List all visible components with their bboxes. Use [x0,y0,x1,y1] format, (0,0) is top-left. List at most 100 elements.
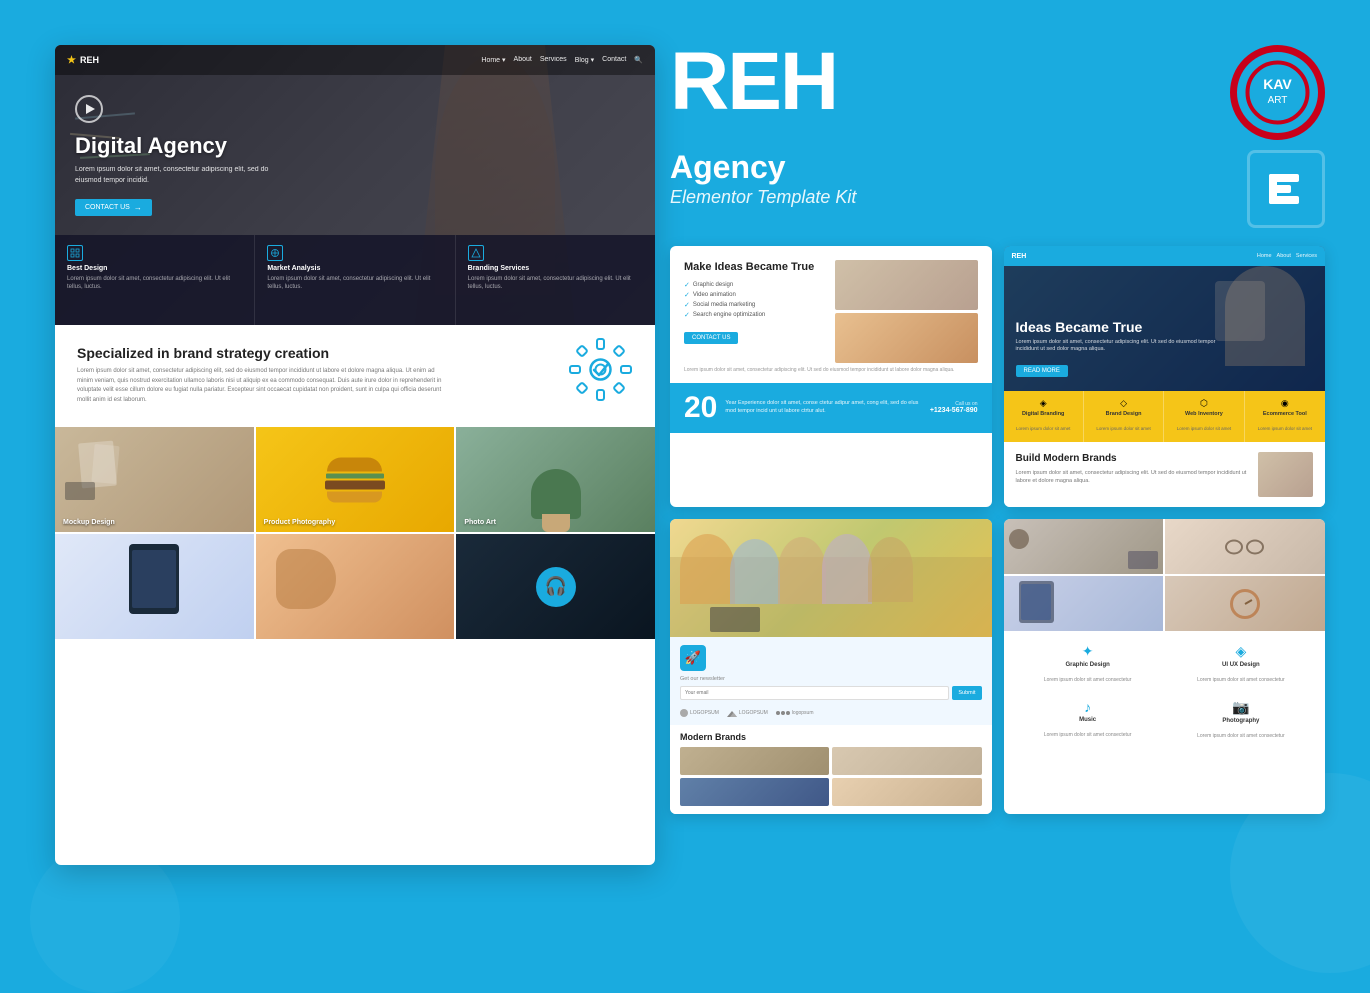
service-name-2: Web Inventory [1169,411,1238,417]
burger-bun-bottom [327,491,382,502]
modern-brand-3 [680,778,829,806]
nav-link-contact: Contact [602,56,626,64]
card1-lorem-text: Lorem ipsum dolor sit amet, consectetur … [684,367,978,375]
features-row: Best Design Lorem ipsum dolor sit amet, … [55,235,655,325]
tablet-in-card4 [1019,581,1054,623]
card2-nav-links: Home About Services [1257,253,1317,259]
hero-contact-button[interactable]: CONTACT US [75,199,152,216]
feature-1-desc: Lorem ipsum dolor sit amet, consectetur … [267,275,442,292]
nav-logo-text: REH [80,55,99,65]
card2-service-3: ◉ Ecommerce Tool Lorem ipsum dolor sit a… [1245,391,1325,442]
product-label: Product Photography [264,519,336,526]
card4-service-desc-3: Lorem ipsum dolor sit amet consectetur [1197,733,1285,739]
brand-logo-1: LOGOPSUM [727,709,768,717]
newsletter-input-row: Submit [680,686,982,700]
brand-logo-text-0: LOGOPSUM [690,710,719,716]
clock-illustration [1230,589,1260,619]
arm-illustration [276,549,336,609]
modern-brand-1 [680,747,829,775]
card2-nav-link-1: Home [1257,253,1272,259]
person-1 [680,534,735,604]
card1-title: Make Ideas Became True [684,260,827,274]
card2-nav-link-3: Services [1296,253,1317,259]
service-desc-3: Lorem ipsum dolor sit amet [1258,426,1312,431]
mug-icon [1009,529,1029,549]
card2-service-1: ◇ Brand Design Lorem ipsum dolor sit ame… [1084,391,1164,442]
service-name-0: Digital Branding [1009,411,1078,417]
newsletter-email-input[interactable] [680,686,949,700]
service-name-1: Brand Design [1089,411,1158,417]
modern-brands-grid [680,747,982,806]
kavart-logo-container: KAV ART [1230,45,1325,140]
clock-hand [1245,599,1253,605]
person-5 [868,537,913,602]
feature-item-market: Market Analysis Lorem ipsum dolor sit am… [255,235,455,325]
service-item-1: ✓Video animation [684,290,827,300]
nav-logo-star: ★ [67,55,76,66]
portfolio-grid: Mockup Design Product Photography Photo … [55,427,655,641]
card-ideas-true: REH Home About Services Ideas Became Tru… [1004,246,1326,507]
elementor-badge [1247,150,1325,228]
burger-lettuce [326,473,384,478]
card4-service-0: ✦ Graphic Design Lorem ipsum dolor sit a… [1014,639,1162,690]
stat-text: Year Experience dolor sit amet, conse ct… [725,400,921,415]
tablet-screen [132,550,176,608]
modern-brand-2 [832,747,981,775]
card3-logo-row: 🚀 [680,645,982,671]
newsletter-label: Get our newsletter [680,676,982,682]
burger-bun-top [327,457,382,471]
nav-link-services: Services [540,56,567,64]
card2-bottom-desc: Lorem ipsum dolor sit amet, consectetur … [1016,469,1251,486]
brand-logo-2: logopsum [776,710,814,716]
service-desc-1: Lorem ipsum dolor sit amet [1096,426,1150,431]
glass-right [1246,539,1264,554]
card4-service-icon-3: 📷 [1171,699,1311,716]
brand-logos-row: LOGOPSUM LOGOPSUM [680,706,982,717]
svg-text:ART: ART [1268,95,1288,106]
card2-read-more-button[interactable]: READ MORE [1016,365,1068,377]
modern-brands-section: Modern Brands [670,725,992,814]
rocket-icon: 🚀 [685,650,701,666]
service-icon-0: ◈ [1009,398,1078,409]
brand-strategy-title: Specialized in brand strategy creation [77,345,447,361]
card2-hero-title: Ideas Became True [1016,319,1236,336]
nav-link-blog: Blog ▾ [575,56,594,64]
card4-services-grid: ✦ Graphic Design Lorem ipsum dolor sit a… [1014,639,1316,746]
gear-icon-container [568,337,633,407]
brand-logo-text-2: logopsum [792,710,814,716]
service-icon-2: ⬡ [1169,398,1238,409]
play-button[interactable] [75,95,103,123]
laptop-illustration [710,607,760,632]
subtitle-text-area: Agency Elementor Template Kit [670,150,856,208]
elementor-icon-svg [1261,164,1311,214]
branding-icon [468,245,484,261]
service-desc-2: Lorem ipsum dolor sit amet [1177,426,1231,431]
card4-service-icon-0: ✦ [1018,643,1158,660]
portfolio-mockup: Mockup Design [55,427,254,532]
brand-category-label: Agency [670,150,856,185]
plant-pot-container [531,469,581,532]
market-icon [267,245,283,261]
card3-team-photo [670,519,992,637]
portfolio-tattoo [256,534,455,639]
modern-brands-title: Modern Brands [680,732,982,742]
portfolio-photo: Photo Art [456,427,655,532]
card4-service-3: 📷 Photography Lorem ipsum dolor sit amet… [1167,695,1315,746]
brand-strategy-section: Specialized in brand strategy creation L… [55,325,655,427]
nav-links: Home ▾ About Services Blog ▾ Contact 🔍 [481,56,643,64]
brand-strategy-text: Specialized in brand strategy creation L… [77,345,447,405]
subtitle-row: Agency Elementor Template Kit [670,150,1325,228]
card1-cta-button[interactable]: CONTACT US [684,332,738,344]
card2-bottom-content: Build Modern Brands Lorem ipsum dolor si… [1016,452,1314,497]
burger-illustration [325,457,385,502]
card4-photo-grid [1004,519,1326,631]
right-panel: REH KAV ART Agency Elementor Template Ki… [670,45,1325,814]
card2-bottom-image [1258,452,1313,497]
service-item-2: ✓Social media marketing [684,300,827,310]
check-icon-1: ✓ [684,291,690,299]
newsletter-submit-button[interactable]: Submit [952,686,981,700]
card2-nav: REH Home About Services [1004,246,1326,266]
feature-2-title: Branding Services [468,265,643,272]
feature-item-design: Best Design Lorem ipsum dolor sit amet, … [55,235,255,325]
card4-photo-4 [1165,576,1325,631]
